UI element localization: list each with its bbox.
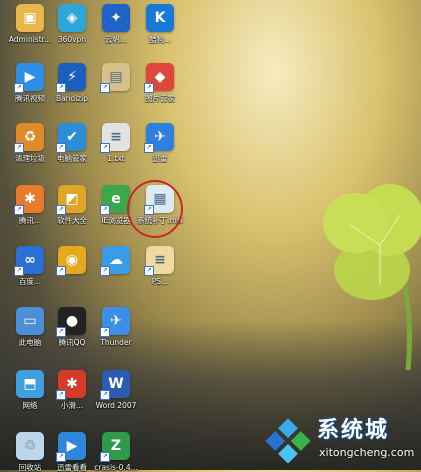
watermark: 系统城 xitongcheng.com [261, 410, 421, 470]
desktop-icon[interactable]: Z ↗ crasis-0.4... [90, 432, 142, 472]
shortcut-arrow-icon: ↗ [56, 143, 66, 153]
bandizip-icon: ⚡ ↗ [56, 63, 86, 93]
recycle-bin-icon: ♲ [16, 432, 44, 460]
shortcut-arrow-icon: ↗ [56, 452, 66, 462]
video-play-icon: ▶ ↗ [14, 63, 44, 93]
shortcut-arrow-icon: ↗ [14, 83, 24, 93]
clover-wallpaper-art [323, 184, 421, 371]
installer-icon: Z ↗ [100, 432, 130, 462]
desktop-icon-label: PS... [151, 277, 169, 286]
shortcut-arrow-icon: ↗ [56, 83, 66, 93]
desktop-icon-label: 图片管家 [145, 94, 175, 103]
cloud-drive-icon: ☁ ↗ [100, 246, 130, 276]
shortcut-arrow-icon: ↗ [56, 266, 66, 276]
thunder-bird-icon: ✈ ↗ [100, 307, 130, 337]
shortcut-arrow-icon: ↗ [14, 143, 24, 153]
computer-icon: ▭ [16, 307, 44, 335]
highlight-circle [127, 180, 183, 238]
desktop-icon-label: 酷狗... [148, 35, 172, 44]
desktop-icon[interactable]: ✈ ↗ 迅雷 [134, 123, 186, 163]
kugou-icon: K [146, 4, 174, 32]
ie-icon: e ↗ [100, 185, 130, 215]
shortcut-arrow-icon: ↗ [144, 83, 154, 93]
desktop-icon-label: Bandizip [55, 94, 89, 103]
windows-logo-icon [265, 418, 311, 464]
cloud-icon: ✦ [102, 4, 130, 32]
shortcut-arrow-icon: ↗ [56, 327, 66, 337]
shortcut-arrow-icon: ↗ [100, 143, 110, 153]
app-icon: ✱ ↗ [14, 185, 44, 215]
shortcut-arrow-icon: ↗ [56, 205, 66, 215]
file-icon: ≡ ↗ [100, 123, 130, 153]
shortcut-arrow-icon: ↗ [100, 205, 110, 215]
folder-user-icon: ▣ [16, 4, 44, 32]
desktop-icon[interactable]: ◆ ↗ 图片管家 [134, 63, 186, 103]
player-icon: ▶ ↗ [56, 432, 86, 462]
document-icon: ▤ ↗ [100, 63, 130, 93]
game-icon: ◉ ↗ [56, 246, 86, 276]
shortcut-arrow-icon: ↗ [144, 266, 154, 276]
apps-icon: ◩ ↗ [56, 185, 86, 215]
photo-icon: ◆ ↗ [144, 63, 174, 93]
desktop-icon[interactable]: ✈ ↗ Thunder [90, 307, 142, 347]
watermark-url: xitongcheng.com [319, 446, 415, 459]
file-icon: ≡ ↗ [144, 246, 174, 276]
desktop-icon[interactable]: W ↗ Word 2007 [90, 370, 142, 410]
word-icon: W ↗ [100, 370, 130, 400]
shortcut-arrow-icon: ↗ [100, 83, 110, 93]
baidu-icon: ∞ ↗ [14, 246, 44, 276]
shortcut-arrow-icon: ↗ [100, 452, 110, 462]
shortcut-arrow-icon: ↗ [56, 390, 66, 400]
app-icon: ✱ ↗ [56, 370, 86, 400]
cleaner-icon: ♻ ↗ [14, 123, 44, 153]
desktop-icon[interactable]: K 酷狗... [134, 4, 186, 44]
shortcut-arrow-icon: ↗ [100, 390, 110, 400]
shortcut-arrow-icon: ↗ [14, 205, 24, 215]
vpn-icon: ◈ [58, 4, 86, 32]
shortcut-arrow-icon: ↗ [100, 266, 110, 276]
thunder-icon: ✈ ↗ [144, 123, 174, 153]
desktop-icon[interactable]: ≡ ↗ PS... [134, 246, 186, 286]
desktop-icon-label: Thunder [100, 338, 132, 347]
shield-icon: ✔ ↗ [56, 123, 86, 153]
shortcut-arrow-icon: ↗ [14, 266, 24, 276]
desktop-icon-label: 迅雷 [152, 154, 168, 163]
network-icon: ⬒ [16, 370, 44, 398]
shortcut-arrow-icon: ↗ [144, 143, 154, 153]
qq-penguin-icon: ● ↗ [56, 307, 86, 337]
desktop-icon-label: 百度... [18, 277, 42, 286]
watermark-title: 系统城 [317, 418, 390, 443]
desktop-icon-label: crasis-0.4... [94, 463, 138, 472]
desktop-icon-label: Word 2007 [95, 401, 137, 410]
shortcut-arrow-icon: ↗ [100, 327, 110, 337]
